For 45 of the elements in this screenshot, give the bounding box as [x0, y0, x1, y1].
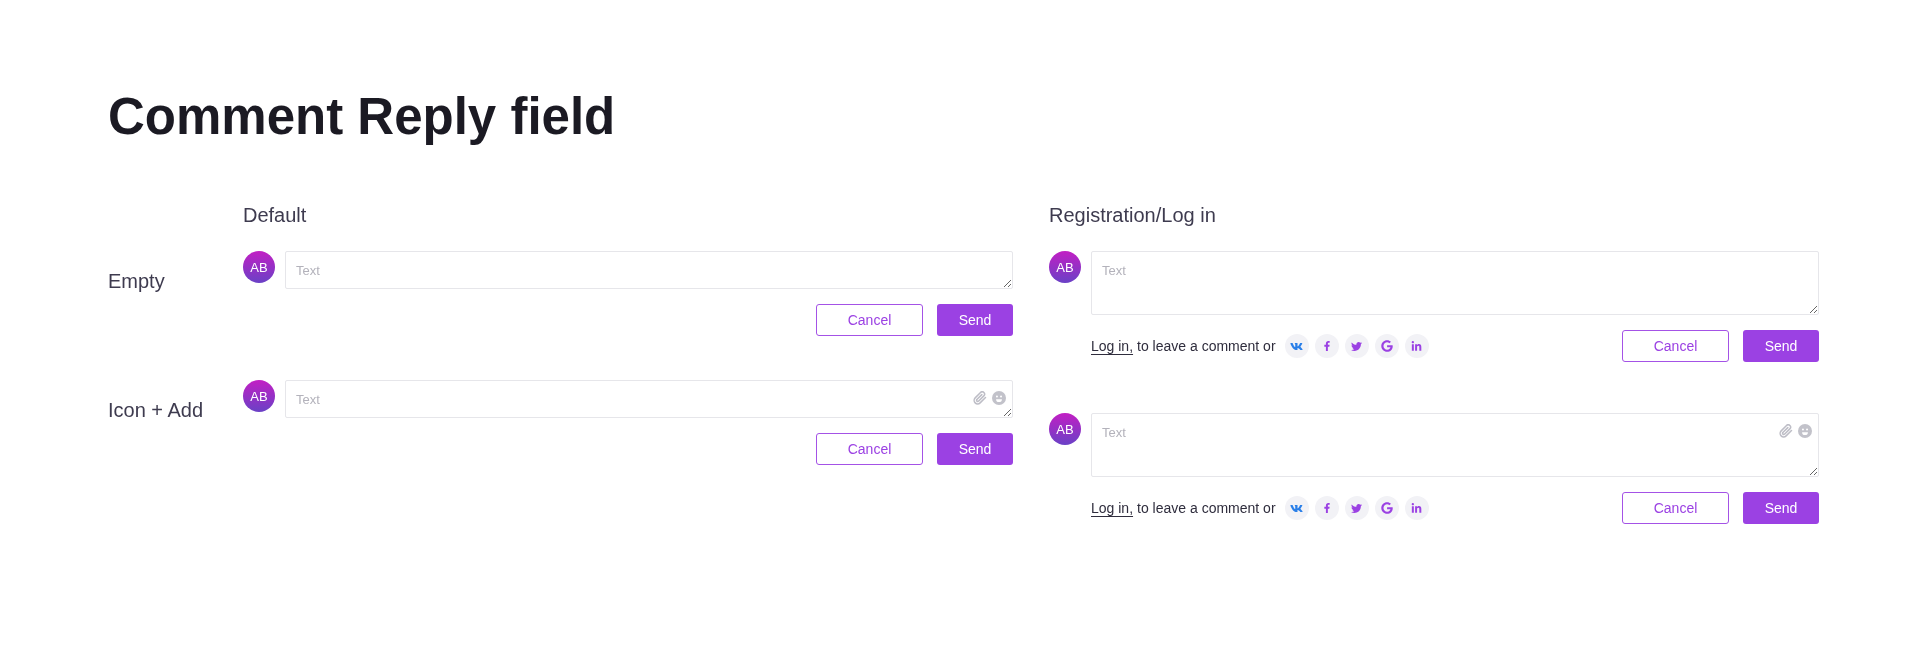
social-login-button[interactable]: [1344, 334, 1369, 358]
cancel-button[interactable]: Cancel: [816, 433, 923, 465]
section-heading: Default: [243, 203, 307, 227]
login-hint-text: to leave a comment or: [1137, 338, 1276, 354]
user-avatar: AB: [243, 251, 275, 283]
login-link[interactable]: Log in,: [1091, 500, 1134, 516]
cancel-button[interactable]: Cancel: [816, 304, 923, 336]
send-button[interactable]: Send: [1743, 330, 1819, 362]
page-title: Comment Reply field: [108, 87, 616, 147]
social-login-button[interactable]: [1344, 496, 1369, 520]
social-login-button[interactable]: [1374, 496, 1399, 520]
user-avatar: AB: [1049, 413, 1081, 445]
linkedin-icon: [1411, 502, 1423, 514]
linkedin-icon: [1411, 340, 1423, 352]
facebook-icon: [1321, 503, 1332, 513]
cancel-button[interactable]: Cancel: [1622, 492, 1729, 524]
cancel-button[interactable]: Cancel: [1622, 330, 1729, 362]
paperclip-icon[interactable]: [1779, 424, 1793, 438]
login-hint-text: to leave a comment or: [1137, 500, 1276, 516]
comment-field[interactable]: Text: [1091, 413, 1819, 477]
send-button[interactable]: Send: [937, 433, 1013, 465]
google-icon: [1380, 340, 1393, 352]
social-login-button[interactable]: [1404, 334, 1429, 358]
google-icon: [1380, 502, 1393, 514]
social-login-button[interactable]: [1314, 334, 1339, 358]
comment-field[interactable]: Text: [1091, 251, 1819, 315]
social-login-button[interactable]: [1284, 496, 1309, 520]
comment-field[interactable]: Text: [285, 251, 1013, 289]
social-login-button[interactable]: [1284, 334, 1309, 358]
twitter-bird-icon: [1351, 340, 1363, 352]
facebook-icon: [1321, 341, 1332, 351]
row-label: Icon + Add: [108, 398, 205, 422]
user-avatar: AB: [243, 380, 275, 412]
comment-field[interactable]: Text: [285, 380, 1013, 418]
twitter-bird-icon: [1351, 502, 1363, 514]
social-login-button[interactable]: [1404, 496, 1429, 520]
social-login-button[interactable]: [1374, 334, 1399, 358]
social-login-button[interactable]: [1314, 496, 1339, 520]
section-heading: Registration/Log in: [1049, 203, 1216, 227]
send-button[interactable]: Send: [1743, 492, 1819, 524]
user-avatar: AB: [1049, 251, 1081, 283]
login-link[interactable]: Log in,: [1091, 338, 1134, 354]
paperclip-icon[interactable]: [973, 391, 987, 405]
row-label: Empty: [108, 269, 166, 293]
send-button[interactable]: Send: [937, 304, 1013, 336]
